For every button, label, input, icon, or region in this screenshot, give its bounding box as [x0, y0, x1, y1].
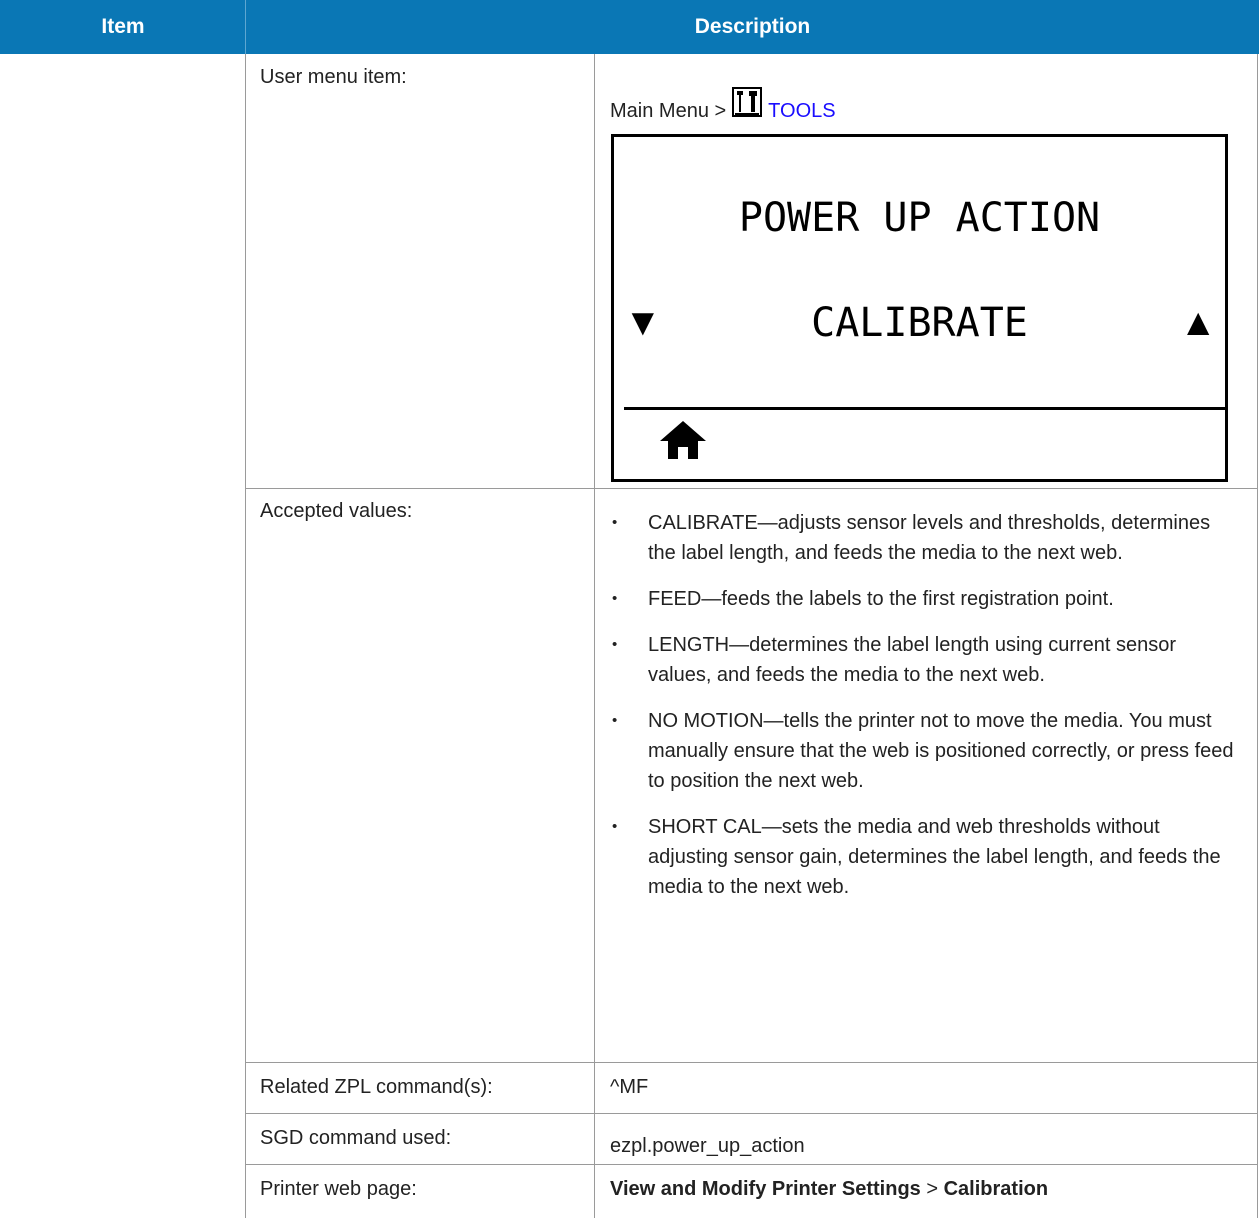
lcd-value: CALIBRATE — [811, 300, 1028, 346]
user-menu-label: User menu item: — [260, 66, 407, 88]
list-item: FEED—feeds the labels to the first regis… — [610, 584, 1235, 614]
zpl-label: Related ZPL command(s): — [260, 1076, 493, 1098]
header-divider — [245, 0, 246, 54]
lcd-divider — [624, 407, 1225, 410]
menu-path-prefix: Main Menu > — [610, 99, 727, 122]
row-divider — [245, 488, 1258, 489]
web-page-label: Printer web page: — [260, 1178, 417, 1200]
item-column-divider — [245, 54, 246, 1218]
label-column-divider — [594, 54, 595, 1218]
lcd-display: POWER UP ACTION ▼ CALIBRATE ▲ — [611, 134, 1228, 482]
up-triangle-icon: ▲ — [1179, 302, 1217, 344]
row-divider — [245, 1164, 1258, 1165]
tools-icon — [732, 87, 763, 123]
web-page-part1: View and Modify Printer Settings — [610, 1178, 921, 1200]
row-divider — [245, 1062, 1258, 1063]
web-page-part2: Calibration — [943, 1178, 1049, 1200]
header-description: Description — [246, 0, 1259, 54]
row-divider — [245, 1113, 1258, 1114]
list-item: CALIBRATE—adjusts sensor levels and thre… — [610, 508, 1235, 568]
sgd-value: ezpl.power_up_action — [610, 1135, 805, 1157]
lcd-title: POWER UP ACTION — [738, 195, 1101, 241]
home-icon — [658, 419, 708, 466]
zpl-value: ^MF — [610, 1076, 649, 1098]
menu-path: Main Menu > TOOLS — [610, 87, 836, 129]
sgd-label: SGD command used: — [260, 1127, 452, 1149]
web-page-path: View and Modify Printer Settings > Calib… — [610, 1178, 1048, 1201]
list-item: LENGTH—determines the label length using… — [610, 630, 1235, 690]
web-page-separator: > — [926, 1178, 939, 1200]
header-item: Item — [0, 0, 246, 54]
accepted-values-list: CALIBRATE—adjusts sensor levels and thre… — [610, 508, 1235, 918]
list-item: SHORT CAL—sets the media and web thresho… — [610, 812, 1235, 902]
accepted-values-label: Accepted values: — [260, 500, 413, 522]
tools-link[interactable]: TOOLS — [768, 100, 835, 123]
right-border — [1257, 54, 1258, 1218]
list-item: NO MOTION—tells the printer not to move … — [610, 706, 1235, 796]
